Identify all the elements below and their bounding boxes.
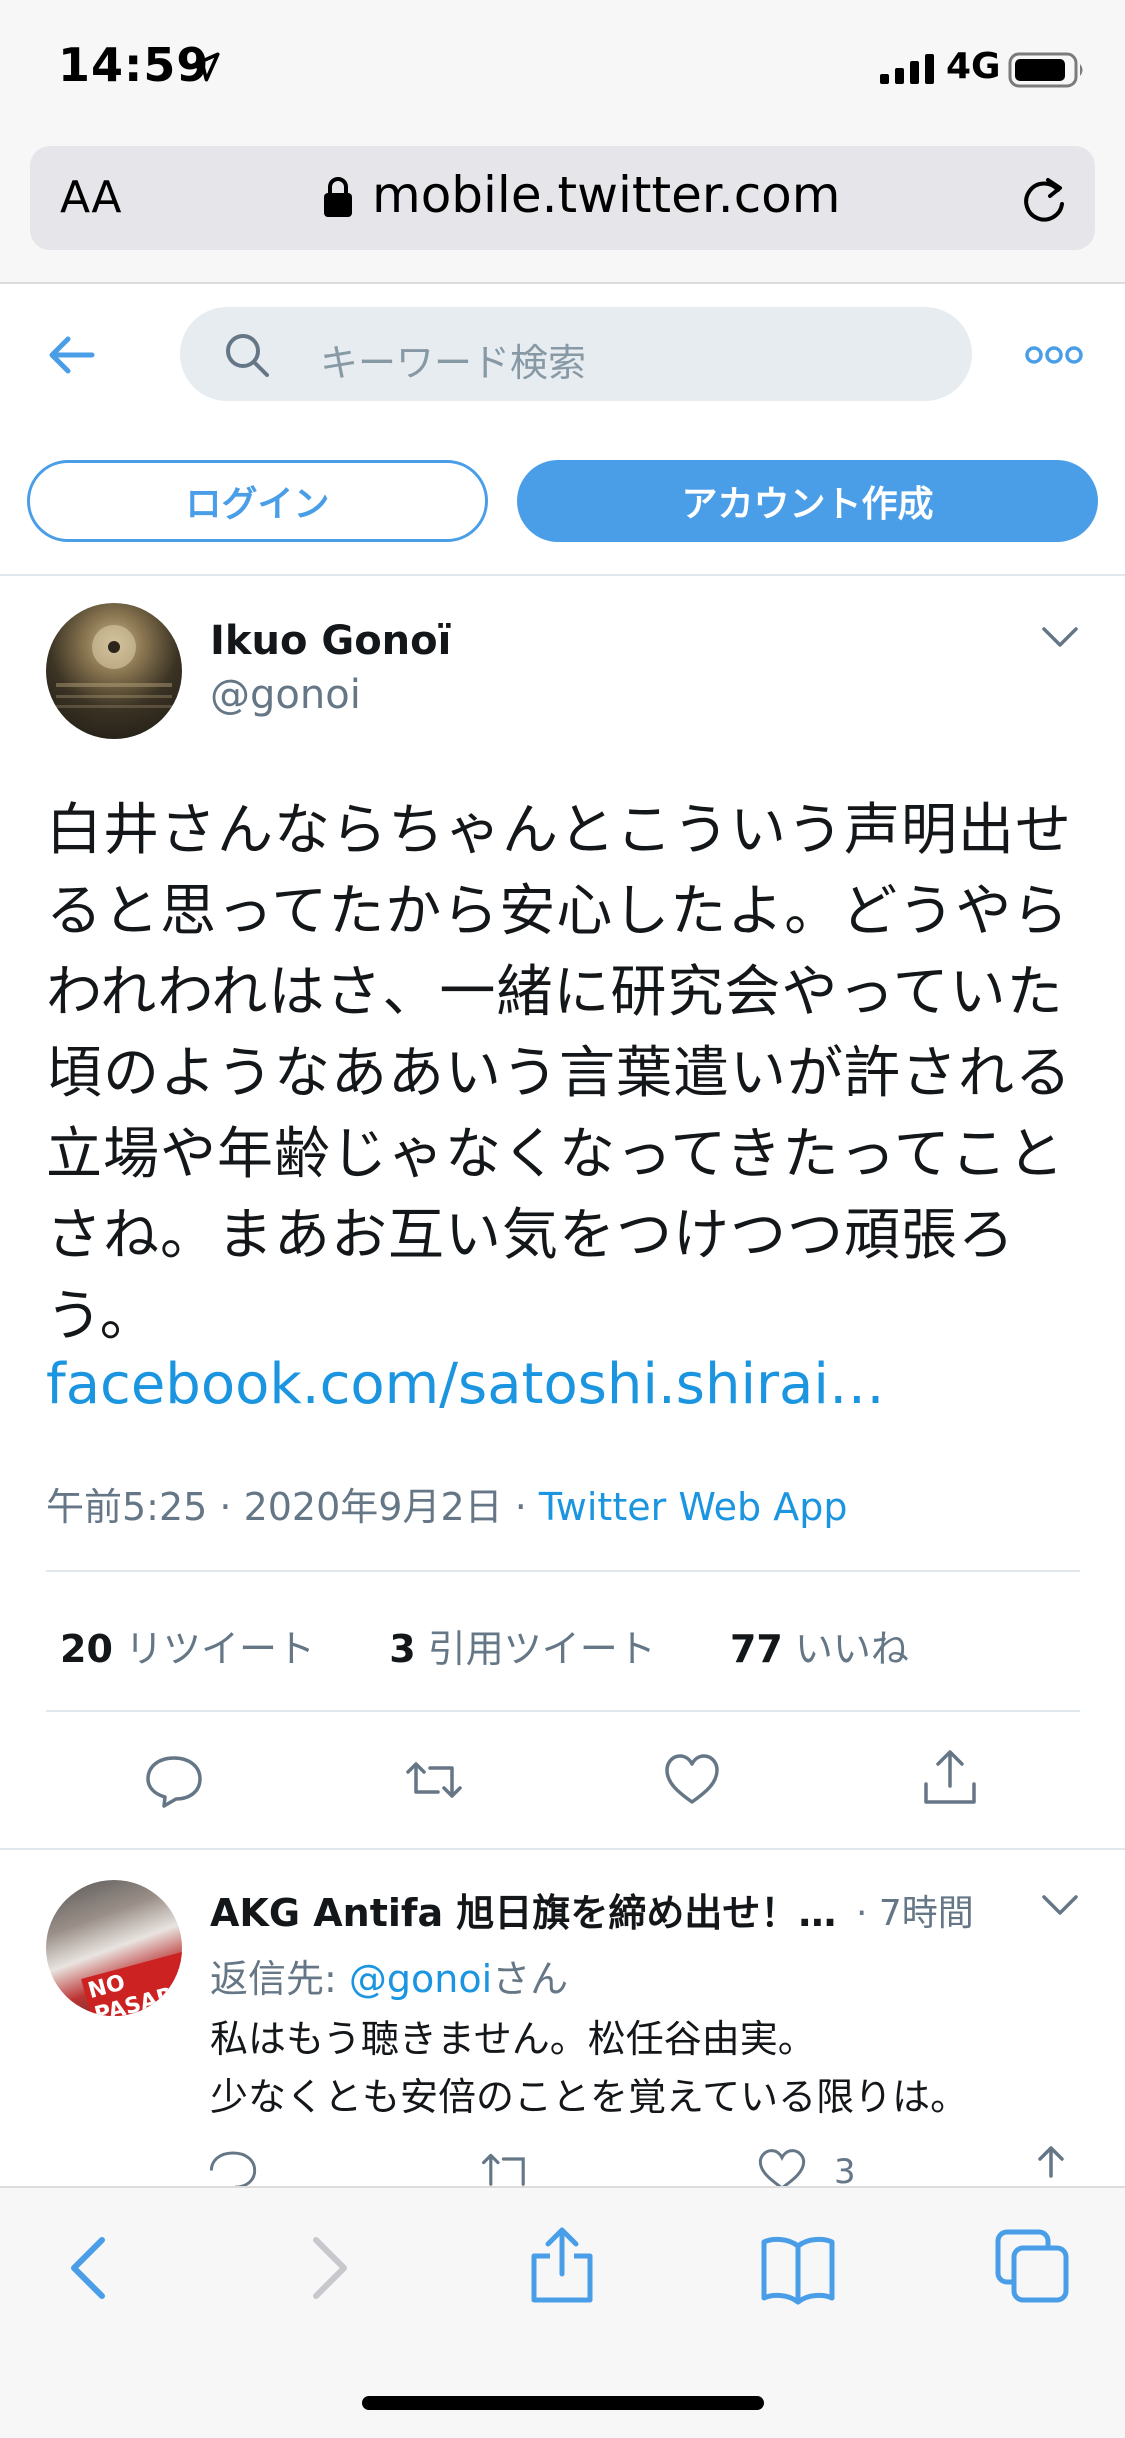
author-handle[interactable]: @gonoi (210, 672, 361, 718)
reply-text: 私はもう聴きません。松任谷由実。 少なくとも安倍のことを覚えている限りは。 (210, 2010, 968, 2126)
chevron-down-icon[interactable] (1040, 1892, 1080, 1918)
reply-text-line: 私はもう聴きません。松任谷由実。 (210, 2017, 816, 2061)
replying-to-prefix: 返信先: (210, 1957, 349, 2001)
like-stat[interactable]: 77 いいね (730, 1627, 909, 1671)
divider (46, 1570, 1080, 1572)
chevron-down-icon[interactable] (1040, 624, 1080, 650)
tweet-timestamp: 午前5:25 · 2020年9月2日 · (46, 1485, 539, 1529)
lock-icon (324, 177, 352, 217)
status-time: 14:59 (58, 38, 210, 92)
retweet-count: 20 (60, 1627, 113, 1671)
reply-icon[interactable] (144, 1750, 204, 1810)
text-size-button[interactable]: AA (60, 172, 121, 223)
like-heart-icon[interactable] (756, 2148, 808, 2188)
retweet-label: リツイート (124, 1627, 315, 1671)
tweet-link[interactable]: facebook.com/satoshi.shirai… (46, 1352, 885, 1417)
signal-icon (880, 54, 934, 84)
share-icon[interactable] (920, 1748, 980, 1808)
bookmarks-icon[interactable] (758, 2228, 838, 2308)
quote-label: 引用ツイート (427, 1627, 656, 1671)
home-indicator[interactable] (362, 2396, 764, 2410)
retweet-icon[interactable] (480, 2148, 534, 2188)
signup-button[interactable]: アカウント作成 (517, 460, 1098, 542)
like-count: 77 (729, 1627, 783, 1671)
avatar-sign-text: NO PASARAN (81, 1946, 182, 2016)
like-label: いいね (794, 1627, 909, 1671)
location-arrow-icon (190, 52, 220, 82)
more-options-icon[interactable] (1024, 344, 1084, 366)
url-text[interactable]: mobile.twitter.com (372, 166, 840, 224)
retweet-stat[interactable]: 20 リツイート (60, 1627, 315, 1671)
reload-icon[interactable] (1018, 172, 1070, 228)
reply-text-line: 少なくとも安倍のことを覚えている限りは。 (210, 2075, 969, 2119)
back-arrow-icon[interactable] (46, 330, 96, 380)
divider (0, 574, 1125, 576)
tweet-meta: 午前5:25 · 2020年9月2日 · Twitter Web App (46, 1476, 847, 1531)
retweet-icon[interactable] (404, 1750, 464, 1810)
divider (46, 1710, 1080, 1712)
search-icon (226, 334, 269, 377)
tweet-stats: 20 リツイート 3 引用ツイート 77 いいね (60, 1618, 909, 1673)
replying-to-suffix: さん (492, 1957, 569, 2001)
back-chevron-icon[interactable] (52, 2228, 132, 2308)
divider (0, 1848, 1125, 1850)
tweet-source[interactable]: Twitter Web App (539, 1485, 848, 1529)
network-type: 4G (946, 46, 1001, 87)
share-icon[interactable] (522, 2224, 602, 2304)
author-name[interactable]: Ikuo Gonoï (210, 618, 451, 664)
tabs-icon[interactable] (992, 2226, 1072, 2306)
quote-count: 3 (389, 1627, 416, 1671)
reply-time[interactable]: · 7時間 (856, 1884, 974, 1936)
reply-avatar[interactable]: NO PASARAN (46, 1880, 182, 2016)
login-button[interactable]: ログイン (27, 460, 488, 542)
replying-to: 返信先: @gonoiさん (210, 1948, 568, 2003)
reply-icon[interactable] (208, 2148, 258, 2188)
like-heart-icon[interactable] (662, 1750, 722, 1810)
avatar-image (56, 625, 172, 708)
share-icon[interactable] (1026, 2146, 1076, 2188)
tweet-text: 白井さんならちゃんとこういう声明出せると思ってたから安心したよ。どうやらわれわれ… (46, 798, 1072, 1349)
quote-stat[interactable]: 3 引用ツイート (389, 1627, 656, 1671)
reply-author-name[interactable]: AKG Antifa 旭日旗を締め出せ！… (210, 1882, 850, 1937)
battery-icon (1008, 52, 1083, 88)
avatar[interactable] (46, 603, 182, 739)
search-placeholder: キーワード検索 (320, 341, 587, 385)
replying-to-handle[interactable]: @gonoi (349, 1957, 492, 2001)
forward-chevron-icon[interactable] (286, 2228, 366, 2308)
